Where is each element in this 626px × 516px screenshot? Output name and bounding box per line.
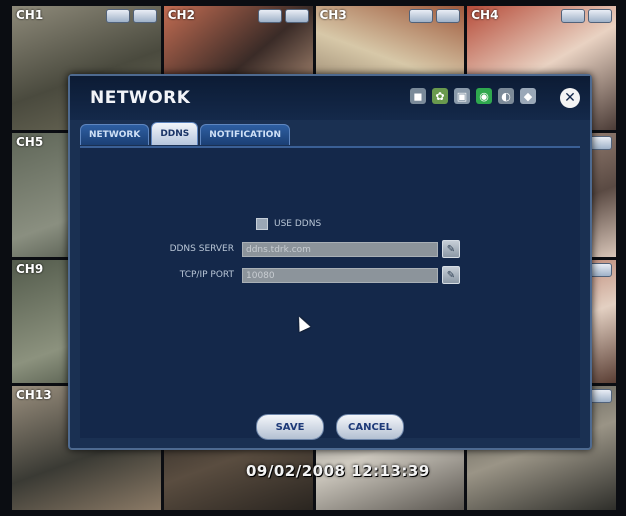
camera-controls (105, 9, 157, 23)
tcp-ip-port-label: TCP/IP PORT (179, 270, 234, 280)
tcp-ip-port-input[interactable]: 10080 (242, 267, 438, 283)
ddns-server-label: DDNS SERVER (169, 244, 234, 254)
use-ddns-label: USE DDNS (274, 219, 322, 229)
camera-label: CH3 (319, 8, 347, 22)
tab-network[interactable]: NETWORK (80, 124, 150, 145)
device-icon[interactable]: ▣ (454, 88, 470, 104)
display-icon[interactable]: ◐ (498, 88, 514, 104)
camera-settings-icon[interactable] (132, 9, 157, 23)
cancel-button[interactable]: CANCEL (336, 414, 404, 440)
camera-label: CH13 (16, 388, 52, 403)
audio-icon[interactable] (409, 9, 434, 23)
ddns-server-row: DDNS SERVER ddns.tdrk.com ✎ (110, 240, 460, 258)
tcp-ip-port-edit-icon[interactable]: ✎ (442, 266, 460, 284)
camera-label: CH5 (16, 134, 44, 149)
use-ddns-checkbox[interactable] (256, 218, 268, 230)
camera-label: CH4 (471, 8, 499, 22)
dialog-titlebar: NETWORK ◼ ✿ ▣ ◉ ◐ ◆ ✕ (70, 76, 590, 120)
camera-controls (257, 9, 309, 23)
tab-notification[interactable]: NOTIFICATION (200, 124, 290, 145)
system-icon[interactable]: ◆ (520, 88, 536, 104)
camera-controls (561, 9, 612, 23)
tcp-ip-port-row: TCP/IP PORT 10080 ✎ (110, 266, 460, 284)
camera-label: CH9 (16, 261, 44, 276)
audio-icon[interactable] (257, 9, 282, 23)
dialog-title: NETWORK (90, 88, 191, 108)
close-icon[interactable]: ✕ (560, 88, 580, 108)
tab-bar: NETWORK DDNS NOTIFICATION (80, 122, 290, 146)
save-button[interactable]: SAVE (256, 414, 324, 440)
audio-icon[interactable] (561, 9, 585, 23)
camera-settings-icon[interactable] (588, 9, 612, 23)
toolbar: ◼ ✿ ▣ ◉ ◐ ◆ (410, 88, 536, 104)
record-icon[interactable]: ✿ (432, 88, 448, 104)
camera-label: CH1 (16, 8, 44, 22)
camera-controls (409, 9, 461, 23)
camera-settings-icon[interactable] (284, 9, 309, 23)
network-dialog: NETWORK ◼ ✿ ▣ ◉ ◐ ◆ ✕ NETWORK DDNS NOTIFICATION… (68, 74, 592, 450)
audio-icon[interactable] (105, 9, 130, 23)
camera-label: CH2 (167, 8, 195, 22)
timestamp: 09/02/2008 12:13:39 (246, 462, 430, 480)
camera-settings-icon[interactable] (436, 9, 461, 23)
network-icon[interactable]: ◉ (476, 88, 492, 104)
ddns-panel: USE DDNS DDNS SERVER ddns.tdrk.com ✎ TCP… (80, 148, 580, 438)
use-ddns-row: USE DDNS (256, 218, 321, 230)
tab-ddns[interactable]: DDNS (151, 122, 199, 145)
camera-icon[interactable]: ◼ (410, 88, 426, 104)
ddns-server-edit-icon[interactable]: ✎ (442, 240, 460, 258)
ddns-server-input[interactable]: ddns.tdrk.com (242, 241, 438, 257)
